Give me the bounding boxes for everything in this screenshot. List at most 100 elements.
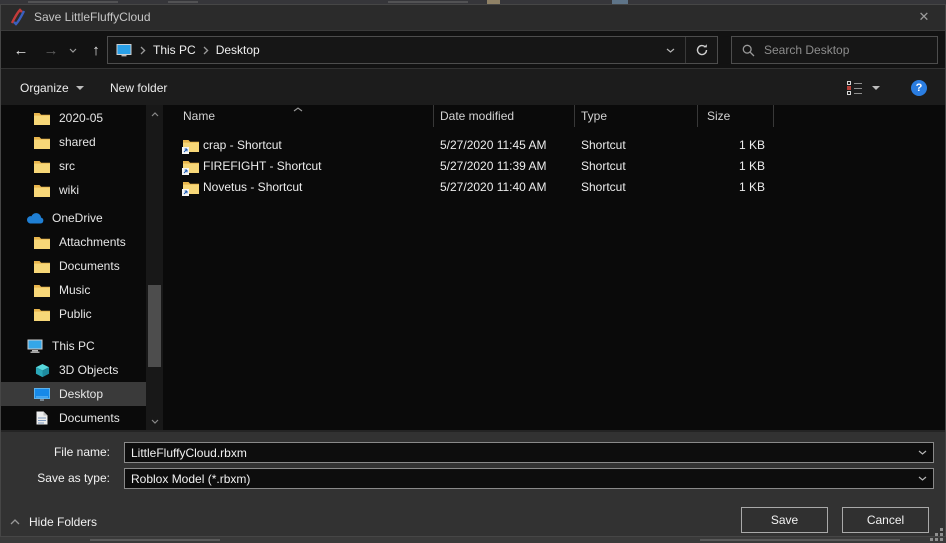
sidebar-item-label: This PC	[52, 339, 95, 353]
sidebar-item-label: Attachments	[59, 235, 126, 249]
search-box[interactable]	[731, 36, 938, 64]
sidebar-item-label: src	[59, 159, 75, 173]
sidebar-item-documents-onedrive[interactable]: Documents	[0, 254, 146, 278]
chevron-down-icon[interactable]	[911, 476, 933, 481]
sidebar-item-desktop[interactable]: Desktop	[0, 382, 146, 406]
sidebar-item-music[interactable]: Music	[0, 278, 146, 302]
column-header-row: Name Date modified Type Size	[164, 105, 946, 127]
save-as-type-label: Save as type:	[0, 468, 110, 489]
change-view-button[interactable]	[847, 81, 862, 94]
organize-label: Organize	[20, 81, 69, 95]
breadcrumb-item-desktop[interactable]: Desktop	[216, 43, 260, 57]
cancel-button[interactable]: Cancel	[842, 507, 929, 533]
save-as-type-value: Roblox Model (*.rbxm)	[125, 472, 911, 486]
save-as-type-combobox[interactable]: Roblox Model (*.rbxm)	[124, 468, 934, 489]
sidebar-item-label: Desktop	[59, 387, 103, 401]
scrollbar-thumb[interactable]	[148, 285, 161, 367]
column-header-date-modified[interactable]: Date modified	[440, 105, 514, 127]
breadcrumb-chevron-icon	[140, 46, 146, 55]
recent-locations-chevron-icon[interactable]	[64, 31, 82, 69]
shortcut-arrow-icon	[182, 189, 189, 196]
shortcut-arrow-icon	[182, 168, 189, 175]
close-button[interactable]: ✕	[902, 4, 946, 30]
forward-button[interactable]: →	[38, 31, 64, 69]
refresh-icon[interactable]	[686, 37, 717, 63]
back-button[interactable]: ←	[8, 31, 34, 69]
cube-icon	[33, 362, 51, 378]
file-name: crap - Shortcut	[203, 135, 282, 156]
chevron-up-icon	[10, 519, 20, 525]
column-divider[interactable]	[433, 105, 434, 127]
column-header-type[interactable]: Type	[581, 105, 607, 127]
file-name-input[interactable]	[125, 446, 911, 460]
file-row-novetus-shortcut[interactable]: Novetus - Shortcut 5/27/2020 11:40 AM Sh…	[164, 177, 946, 198]
column-header-size[interactable]: Size	[707, 105, 730, 127]
column-header-name[interactable]: Name	[183, 105, 215, 127]
folder-icon	[33, 234, 51, 250]
file-date-modified: 5/27/2020 11:39 AM	[440, 156, 547, 177]
sort-ascending-icon	[293, 107, 303, 112]
sidebar-item-documents-this-pc[interactable]: Documents	[0, 406, 146, 430]
main-area: 2020-05 shared src wiki OneDrive Attachm…	[0, 105, 946, 430]
navigation-bar: ← → ↑ This PC Desktop	[0, 30, 946, 68]
column-divider[interactable]	[773, 105, 774, 127]
sidebar-item-label: Documents	[59, 411, 120, 425]
sidebar-item-2020-05[interactable]: 2020-05	[0, 106, 146, 130]
shortcut-folder-icon	[183, 180, 199, 201]
file-row-firefight-shortcut[interactable]: FIREFIGHT - Shortcut 5/27/2020 11:39 AM …	[164, 156, 946, 177]
sidebar-item-shared[interactable]: shared	[0, 130, 146, 154]
file-list: Name Date modified Type Size crap - Shor…	[164, 105, 946, 430]
file-date-modified: 5/27/2020 11:45 AM	[440, 135, 547, 156]
save-dialog: Save LittleFluffyCloud ✕ ← → ↑ This PC D…	[0, 0, 946, 543]
folder-icon	[33, 258, 51, 274]
file-type: Shortcut	[581, 135, 626, 156]
sidebar-item-label: 2020-05	[59, 111, 103, 125]
desktop-monitor-icon	[33, 386, 51, 402]
resize-grip[interactable]	[930, 528, 933, 531]
titlebar: Save LittleFluffyCloud ✕	[0, 4, 946, 30]
sidebar-item-onedrive[interactable]: OneDrive	[0, 206, 146, 230]
document-icon	[33, 410, 51, 426]
save-panel: File name: Save as type: Roblox Model (*…	[0, 430, 946, 537]
window-title: Save LittleFluffyCloud	[34, 4, 151, 30]
search-input[interactable]	[764, 43, 927, 57]
sidebar-item-label: Music	[59, 283, 90, 297]
file-date-modified: 5/27/2020 11:40 AM	[440, 177, 547, 198]
file-size: 1 KB	[697, 177, 765, 198]
view-options-chevron-icon[interactable]	[872, 86, 880, 90]
sidebar-item-wiki[interactable]: wiki	[0, 178, 146, 202]
sidebar-scrollbar[interactable]	[146, 105, 163, 430]
scroll-down-icon[interactable]	[146, 414, 163, 428]
new-folder-button[interactable]: New folder	[110, 69, 167, 106]
help-button[interactable]: ?	[911, 80, 927, 96]
background-window-sliver-bottom	[0, 537, 946, 543]
folder-icon	[33, 110, 51, 126]
sidebar-item-src[interactable]: src	[0, 154, 146, 178]
file-size: 1 KB	[697, 156, 765, 177]
sidebar-item-attachments[interactable]: Attachments	[0, 230, 146, 254]
onedrive-cloud-icon	[26, 210, 44, 226]
address-bar[interactable]: This PC Desktop	[107, 36, 718, 64]
save-button[interactable]: Save	[741, 507, 828, 533]
command-toolbar: Organize New folder ?	[0, 68, 946, 105]
chevron-down-icon[interactable]	[911, 450, 933, 455]
sidebar-item-this-pc[interactable]: This PC	[0, 334, 146, 358]
sidebar-item-public[interactable]: Public	[0, 302, 146, 326]
file-size: 1 KB	[697, 135, 765, 156]
sidebar-item-label: Public	[59, 307, 92, 321]
file-name-combobox[interactable]	[124, 442, 934, 463]
column-divider[interactable]	[574, 105, 575, 127]
hide-folders-button[interactable]: Hide Folders	[10, 510, 97, 534]
organize-button[interactable]: Organize	[20, 69, 84, 106]
address-dropdown-chevron-icon[interactable]	[655, 37, 685, 63]
new-folder-label: New folder	[110, 81, 167, 95]
file-type: Shortcut	[581, 177, 626, 198]
breadcrumb-item-this-pc[interactable]: This PC	[153, 43, 196, 57]
file-row-crap-shortcut[interactable]: crap - Shortcut 5/27/2020 11:45 AM Short…	[164, 135, 946, 156]
scroll-up-icon[interactable]	[146, 107, 163, 121]
background-app-fragment	[168, 1, 198, 3]
background-app-fragment	[700, 539, 900, 541]
column-divider[interactable]	[697, 105, 698, 127]
sidebar-item-3d-objects[interactable]: 3D Objects	[0, 358, 146, 382]
up-button[interactable]: ↑	[84, 31, 108, 69]
